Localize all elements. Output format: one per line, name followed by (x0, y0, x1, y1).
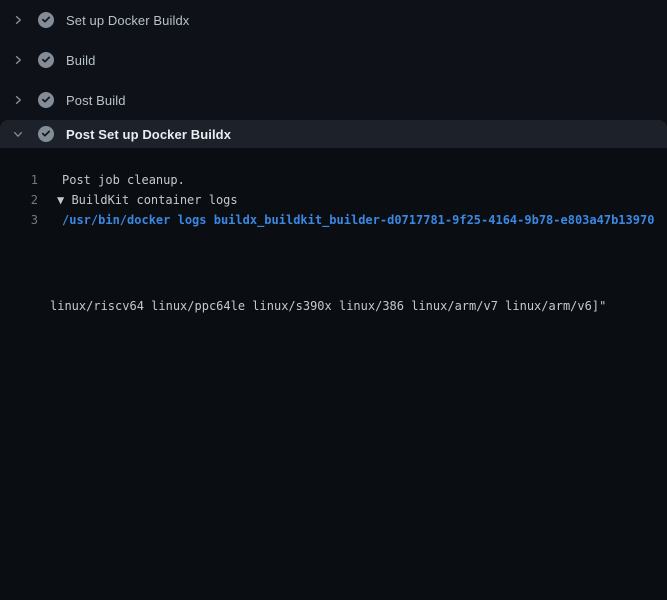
step-label: Post Build (66, 93, 126, 108)
check-circle-icon (38, 12, 54, 28)
log-line: 11time="2021-04-23T18:02:38Z" level=debu… (0, 404, 667, 426)
log-line-text[interactable]: ▼ BuildKit container logs (38, 190, 238, 210)
workflow-log-viewer: Set up Docker Buildx Build Post Build (0, 0, 667, 600)
log-line: 16time="2021-04-23T18:02:38Z" level=debu… (0, 514, 667, 536)
log-line: 6time="2021-04-23T18:02:37Z" level=info … (0, 274, 667, 296)
chevron-right-icon[interactable] (10, 12, 26, 28)
log-command-text: /usr/bin/docker logs buildx_buildkit_bui… (38, 210, 654, 230)
log-line: 18time="2021-04-23T18:02:38Z" level=debu… (0, 558, 667, 580)
log-line: 5time="2021-04-23T18:02:37Z" level=warni… (0, 252, 667, 274)
step-label: Build (66, 53, 95, 68)
log-line-number[interactable]: 2 (0, 190, 38, 210)
log-line: 15time="2021-04-23T18:02:38Z" level=debu… (0, 492, 667, 514)
log-line: 12time="2021-04-23T18:02:38Z" level=debu… (0, 426, 667, 448)
check-circle-icon (38, 52, 54, 68)
log-line: 1Post job cleanup. (0, 170, 667, 190)
log-output[interactable]: 1Post job cleanup.2▼ BuildKit container … (0, 148, 667, 600)
log-line: 3/usr/bin/docker logs buildx_buildkit_bu… (0, 210, 667, 230)
log-line-text: Post job cleanup. (38, 170, 185, 190)
log-line: 4time="2021-04-23T18:02:37Z" level=info … (0, 230, 667, 252)
log-line: 2▼ BuildKit container logs (0, 190, 667, 210)
log-line: 14time="2021-04-23T18:02:38Z" level=debu… (0, 470, 667, 492)
step-row-post-build[interactable]: Post Build (0, 80, 667, 120)
log-line: 9time="2021-04-23T18:02:37Z" level=warni… (0, 360, 667, 382)
log-line-continuation: linux/riscv64 linux/ppc64le linux/s390x … (0, 296, 667, 316)
log-line: 19time="2021-04-23T18:02:38Z" level=debu… (0, 580, 667, 600)
log-line-number[interactable]: 1 (0, 170, 38, 190)
log-line: 8time="2021-04-23T18:02:37Z" level=info … (0, 338, 667, 360)
check-circle-icon (38, 126, 54, 142)
chevron-right-icon[interactable] (10, 52, 26, 68)
steps-list: Set up Docker Buildx Build Post Build (0, 0, 667, 120)
chevron-right-icon[interactable] (10, 92, 26, 108)
log-line: 17time="2021-04-23T18:02:38Z" level=debu… (0, 536, 667, 558)
log-line: 7time="2021-04-23T18:02:37Z" level=warni… (0, 316, 667, 338)
step-row-post-set-up-docker-buildx[interactable]: Post Set up Docker Buildx (0, 120, 667, 148)
chevron-down-icon[interactable] (10, 126, 26, 142)
step-label: Post Set up Docker Buildx (66, 127, 231, 142)
log-line: 10time="2021-04-23T18:02:37Z" level=info… (0, 382, 667, 404)
log-line-number[interactable]: 3 (0, 210, 38, 230)
step-label: Set up Docker Buildx (66, 13, 189, 28)
log-line-text: linux/riscv64 linux/ppc64le linux/s390x … (0, 296, 606, 316)
check-circle-icon (38, 92, 54, 108)
log-line: 13time="2021-04-23T18:02:38Z" level=debu… (0, 448, 667, 470)
step-row-set-up-docker-buildx[interactable]: Set up Docker Buildx (0, 0, 667, 40)
step-row-build[interactable]: Build (0, 40, 667, 80)
